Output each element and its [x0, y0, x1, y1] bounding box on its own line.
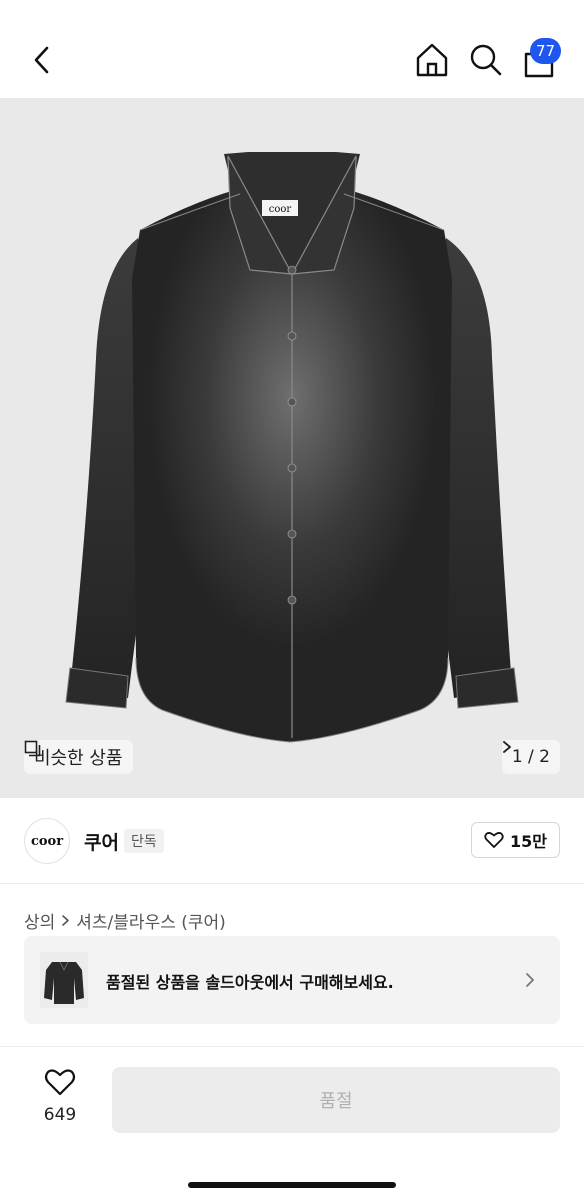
chevron-right-icon: [62, 915, 70, 926]
exclusive-tag: 단독: [124, 829, 164, 853]
breadcrumb-category[interactable]: 상의: [24, 908, 55, 933]
search-icon: [470, 44, 502, 76]
breadcrumb: 상의 셔츠/블라우스 (쿠어): [24, 908, 226, 933]
brand-name[interactable]: 쿠어: [84, 828, 119, 855]
home-indicator: [188, 1182, 396, 1188]
chevron-right-icon: [502, 741, 511, 753]
home-icon: [416, 43, 448, 77]
similar-icon: [24, 740, 41, 757]
search-button[interactable]: [466, 40, 506, 80]
soldout-banner[interactable]: 품절된 상품을 솔드아웃에서 구매해보세요.: [24, 936, 560, 1024]
cart-count-badge: 77: [530, 38, 562, 64]
home-button[interactable]: [412, 40, 452, 80]
brand-like-count: 15만: [510, 832, 547, 851]
chevron-right-icon: [526, 973, 534, 987]
product-thumbnail: [40, 952, 88, 1008]
brand-logo[interactable]: coor: [24, 818, 70, 864]
heart-icon: [44, 1069, 76, 1096]
page-indicator-text: 1 / 2: [511, 747, 550, 767]
breadcrumb-subcategory[interactable]: 셔츠/블라우스 (쿠어): [76, 908, 226, 933]
wish-count: 649: [43, 1105, 77, 1125]
back-button[interactable]: [24, 40, 60, 80]
heart-icon: [484, 832, 504, 848]
bottom-action-bar: 649 품절: [0, 1046, 584, 1200]
shirt-label-text: coor: [269, 204, 292, 215]
similar-products-label: 비슷한 상품: [34, 748, 123, 769]
product-image[interactable]: coor 비슷한 상품 1 / 2: [0, 98, 584, 798]
denim-shirt-illustration: coor: [65, 152, 519, 743]
image-page-indicator[interactable]: 1 / 2: [501, 740, 560, 774]
buy-button[interactable]: 품절: [112, 1067, 560, 1133]
soldout-message: 품절된 상품을 솔드아웃에서 구매해보세요.: [106, 973, 394, 992]
similar-products-button[interactable]: 비슷한 상품: [24, 740, 133, 774]
brand-like-button[interactable]: 15만: [471, 822, 560, 858]
chevron-left-icon: [34, 46, 49, 74]
top-bar: 77: [0, 0, 584, 98]
brand-row: coor 쿠어 단독 15만: [0, 798, 584, 884]
